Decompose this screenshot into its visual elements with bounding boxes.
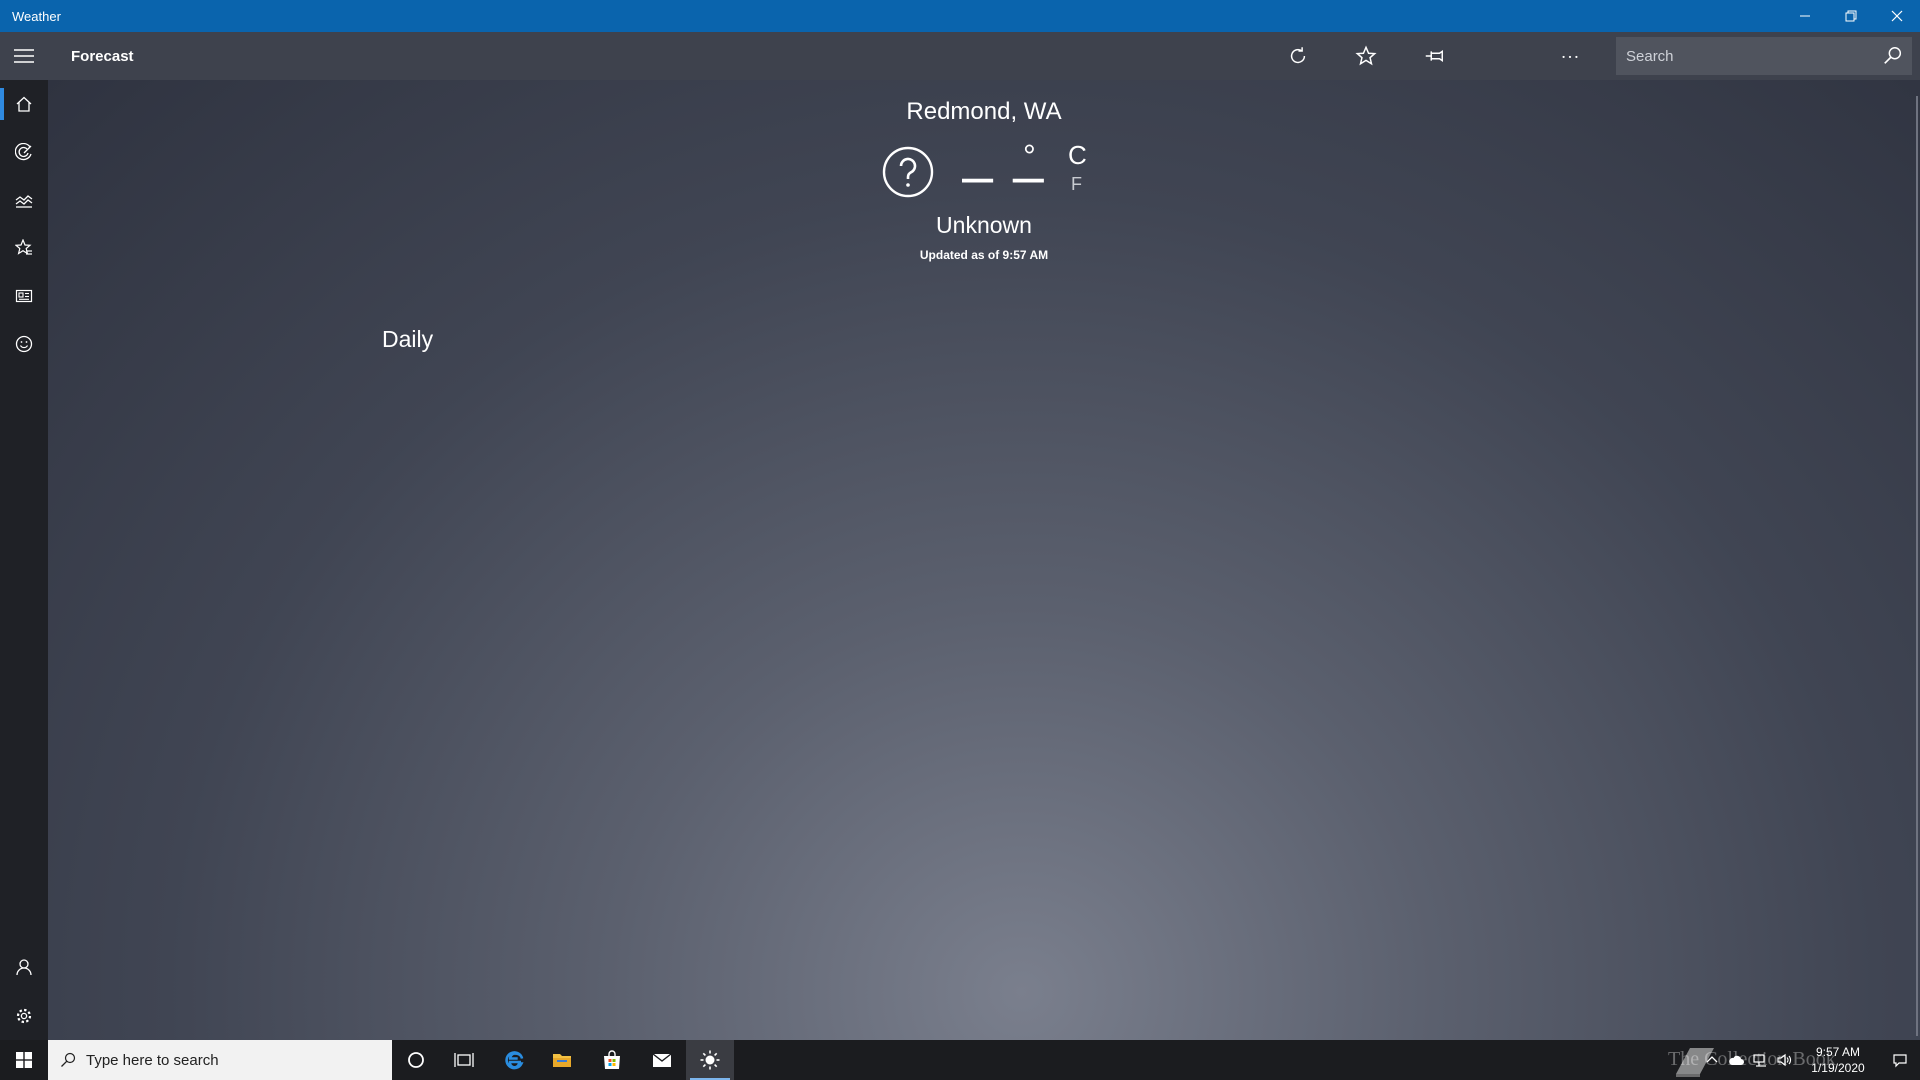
refresh-button[interactable] bbox=[1264, 32, 1332, 80]
search-icon[interactable] bbox=[1882, 45, 1904, 67]
app-header: Forecast bbox=[0, 32, 1920, 80]
notification-icon bbox=[1893, 1054, 1907, 1068]
sun-icon bbox=[700, 1050, 720, 1070]
search-input[interactable] bbox=[1616, 46, 1868, 66]
store-icon bbox=[604, 1050, 620, 1069]
moon-icon bbox=[1500, 47, 1509, 65]
nav-item-send-feedback[interactable] bbox=[0, 320, 48, 368]
nav-item-favorites[interactable] bbox=[0, 224, 48, 272]
side-navigation bbox=[0, 80, 48, 1040]
nav-item-settings[interactable] bbox=[0, 992, 48, 1040]
volume-tray-button[interactable] bbox=[1772, 1040, 1796, 1080]
network-icon bbox=[1753, 1054, 1766, 1067]
person-icon bbox=[16, 959, 32, 976]
page-title: Forecast bbox=[71, 47, 134, 65]
file-explorer-app[interactable] bbox=[538, 1040, 586, 1080]
unit-celsius-toggle[interactable]: C bbox=[1068, 140, 1087, 171]
home-icon bbox=[16, 96, 32, 112]
restore-button[interactable] bbox=[1828, 0, 1874, 32]
vertical-scrollbar[interactable] bbox=[1916, 96, 1918, 1036]
condition-text: Unknown bbox=[936, 212, 1032, 238]
nav-item-forecast[interactable] bbox=[0, 80, 48, 128]
search-icon bbox=[61, 1052, 76, 1067]
forecast-panel: Redmond, WA – – ° C F Unknown Updated as… bbox=[48, 80, 1920, 1040]
cortana-icon bbox=[408, 1052, 424, 1068]
favorites-list-icon bbox=[15, 239, 32, 255]
weather-app[interactable] bbox=[686, 1040, 734, 1080]
close-icon bbox=[1891, 10, 1903, 22]
more-icon bbox=[1562, 55, 1578, 59]
folder-icon bbox=[553, 1054, 571, 1067]
taskbar-search-input[interactable] bbox=[84, 1050, 368, 1070]
store-app[interactable] bbox=[588, 1040, 636, 1080]
nav-item-news[interactable] bbox=[0, 272, 48, 320]
location-name: Redmond, WA bbox=[906, 98, 1062, 125]
taskbar-search-box[interactable] bbox=[48, 1040, 392, 1080]
clock-time: 9:57 AM bbox=[1815, 1045, 1861, 1059]
minimize-icon bbox=[1800, 15, 1810, 17]
windows-logo-icon bbox=[16, 1052, 32, 1068]
network-tray-button[interactable] bbox=[1748, 1040, 1772, 1080]
nav-item-account[interactable] bbox=[0, 943, 48, 991]
pin-to-start-button[interactable] bbox=[1400, 32, 1468, 80]
action-center-button[interactable] bbox=[1880, 1040, 1920, 1080]
add-favorite-button[interactable] bbox=[1332, 32, 1400, 80]
star-icon bbox=[1355, 45, 1377, 66]
minimize-button[interactable] bbox=[1782, 0, 1828, 32]
cortana-button[interactable] bbox=[392, 1040, 440, 1080]
chevron-up-icon bbox=[1706, 1056, 1718, 1063]
smiley-icon bbox=[15, 335, 33, 353]
degree-symbol: ° bbox=[1023, 138, 1036, 174]
unit-fahrenheit-toggle[interactable]: F bbox=[1071, 174, 1082, 195]
clock-date: 1/19/2020 bbox=[1811, 1061, 1865, 1075]
window-titlebar: Weather bbox=[0, 0, 1920, 32]
speaker-icon bbox=[1777, 1053, 1792, 1067]
task-view-icon bbox=[454, 1053, 474, 1067]
gear-icon bbox=[16, 1008, 32, 1024]
close-button[interactable] bbox=[1874, 0, 1920, 32]
nav-item-maps[interactable] bbox=[0, 128, 48, 176]
more-options-button[interactable] bbox=[1536, 32, 1604, 80]
refresh-icon bbox=[1290, 47, 1306, 64]
hamburger-icon bbox=[14, 49, 34, 63]
task-view-button[interactable] bbox=[440, 1040, 488, 1080]
edge-app[interactable] bbox=[490, 1040, 538, 1080]
window-title: Weather bbox=[12, 8, 61, 24]
show-hidden-icons-button[interactable] bbox=[1700, 1040, 1724, 1080]
question-icon bbox=[882, 146, 934, 198]
radar-icon bbox=[15, 143, 32, 161]
edge-icon bbox=[505, 1051, 524, 1070]
chart-icon bbox=[15, 195, 33, 208]
pin-icon bbox=[1425, 50, 1443, 62]
start-button[interactable] bbox=[0, 1040, 48, 1080]
search-box[interactable] bbox=[1616, 37, 1912, 75]
restore-icon bbox=[1845, 10, 1857, 22]
nav-item-historical-weather[interactable] bbox=[0, 176, 48, 224]
taskbar: The Collection Book 9:57 AM 1/19/2020 bbox=[0, 1040, 1920, 1080]
mail-app[interactable] bbox=[638, 1040, 686, 1080]
updated-timestamp: Updated as of 9:57 AM bbox=[919, 248, 1049, 262]
hamburger-menu-button[interactable] bbox=[0, 32, 48, 80]
taskbar-clock[interactable]: 9:57 AM 1/19/2020 bbox=[1796, 1044, 1880, 1076]
onedrive-tray-button[interactable] bbox=[1724, 1040, 1748, 1080]
theme-toggle-button[interactable] bbox=[1468, 32, 1536, 80]
mail-icon bbox=[652, 1053, 672, 1067]
cloud-icon bbox=[1729, 1055, 1744, 1065]
daily-heading: Daily bbox=[382, 326, 434, 352]
system-tray: 9:57 AM 1/19/2020 bbox=[1700, 1040, 1920, 1080]
news-icon bbox=[15, 289, 33, 303]
